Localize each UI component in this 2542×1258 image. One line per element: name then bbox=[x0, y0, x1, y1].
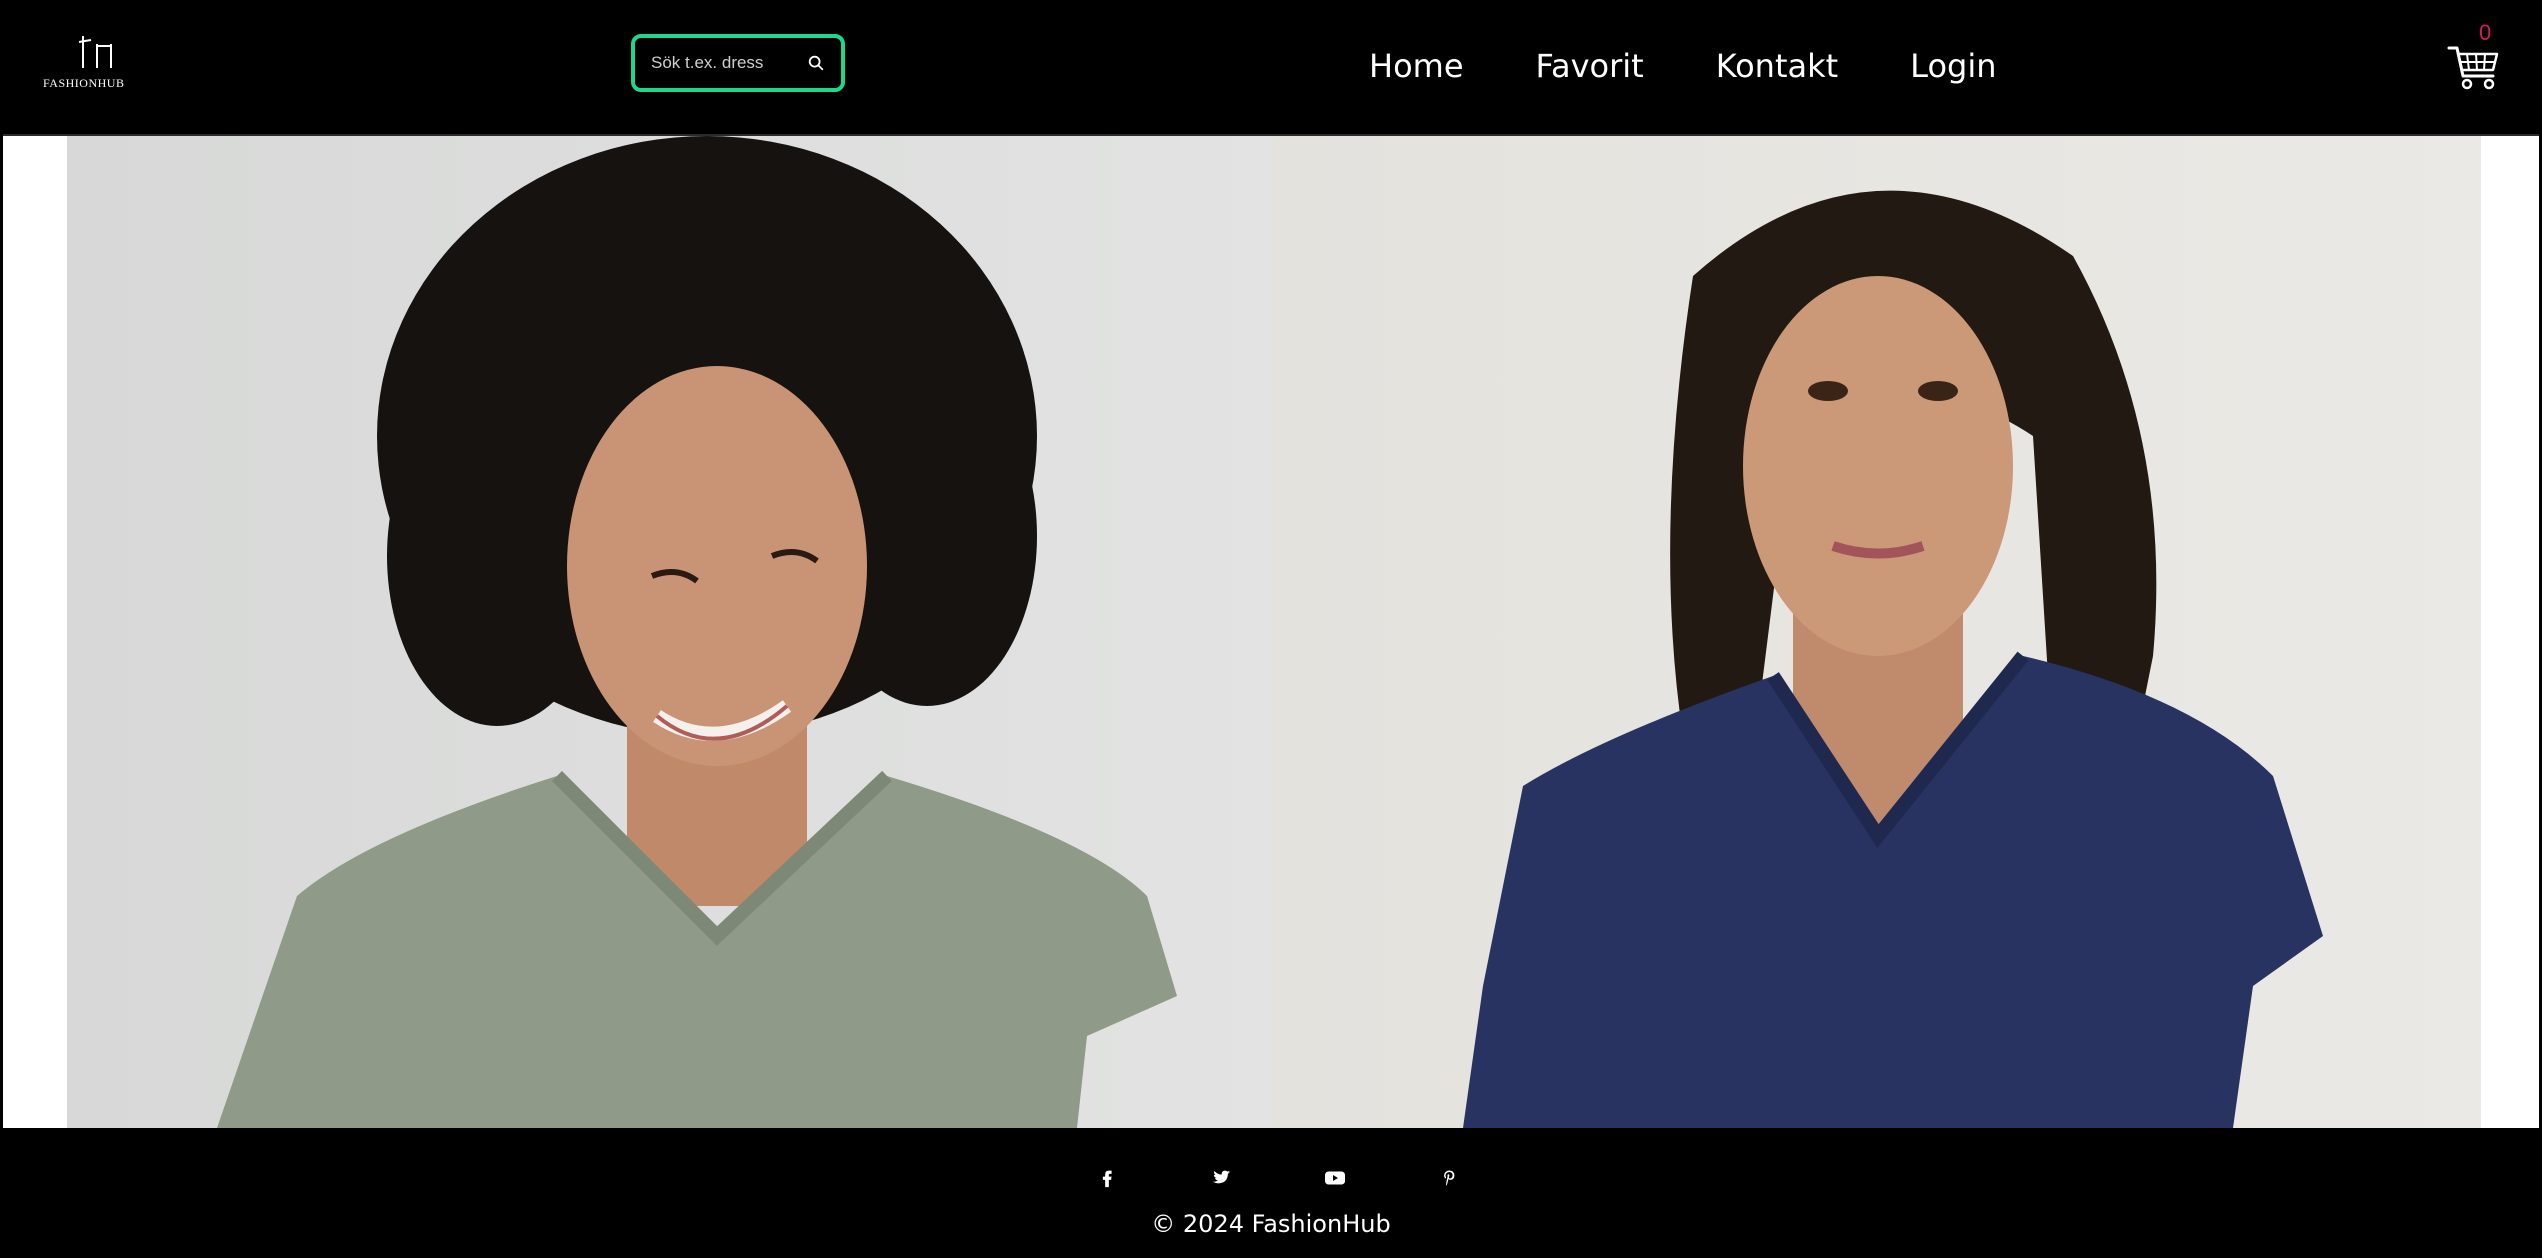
model-sage-green-vneck-tee bbox=[67, 136, 1273, 1128]
search-input[interactable] bbox=[651, 53, 791, 73]
pinterest-link[interactable] bbox=[1429, 1158, 1469, 1198]
hero-image-sage-tee[interactable] bbox=[67, 136, 1273, 1128]
cart-button[interactable]: 0 bbox=[2447, 22, 2505, 94]
nav-home[interactable]: Home bbox=[1369, 46, 1464, 86]
model-navy-vneck-tee bbox=[1273, 136, 2481, 1128]
cart-count-badge: 0 bbox=[2479, 20, 2492, 45]
fh-monogram-icon bbox=[78, 36, 112, 68]
search-icon[interactable] bbox=[805, 52, 827, 74]
twitter-link[interactable] bbox=[1201, 1158, 1241, 1198]
shopping-cart-icon bbox=[2447, 46, 2499, 90]
main-nav: Home Favorit Kontakt Login bbox=[1369, 46, 1997, 86]
hero-banner bbox=[67, 136, 2481, 1128]
youtube-icon bbox=[1325, 1171, 1345, 1185]
nav-login[interactable]: Login bbox=[1910, 46, 1996, 86]
social-links bbox=[1087, 1158, 1469, 1198]
twitter-icon bbox=[1212, 1170, 1231, 1184]
pinterest-icon bbox=[1444, 1170, 1455, 1186]
page: FASHIONHUB Home Favorit Kontakt Login 0 bbox=[0, 0, 2542, 1258]
facebook-icon bbox=[1102, 1170, 1112, 1188]
logo-link[interactable]: FASHIONHUB bbox=[43, 34, 143, 94]
hero-image-navy-tee[interactable] bbox=[1273, 136, 2481, 1128]
nav-favorit[interactable]: Favorit bbox=[1536, 46, 1644, 86]
copyright-text: © 2024 FashionHub bbox=[1151, 1210, 1391, 1238]
facebook-link[interactable] bbox=[1087, 1158, 1127, 1198]
search-box bbox=[631, 34, 845, 92]
site-header: FASHIONHUB Home Favorit Kontakt Login 0 bbox=[3, 0, 2539, 136]
site-footer: © 2024 FashionHub bbox=[3, 1128, 2539, 1258]
youtube-link[interactable] bbox=[1315, 1158, 1355, 1198]
nav-kontakt[interactable]: Kontakt bbox=[1716, 46, 1838, 86]
logo-text: FASHIONHUB bbox=[43, 76, 125, 90]
